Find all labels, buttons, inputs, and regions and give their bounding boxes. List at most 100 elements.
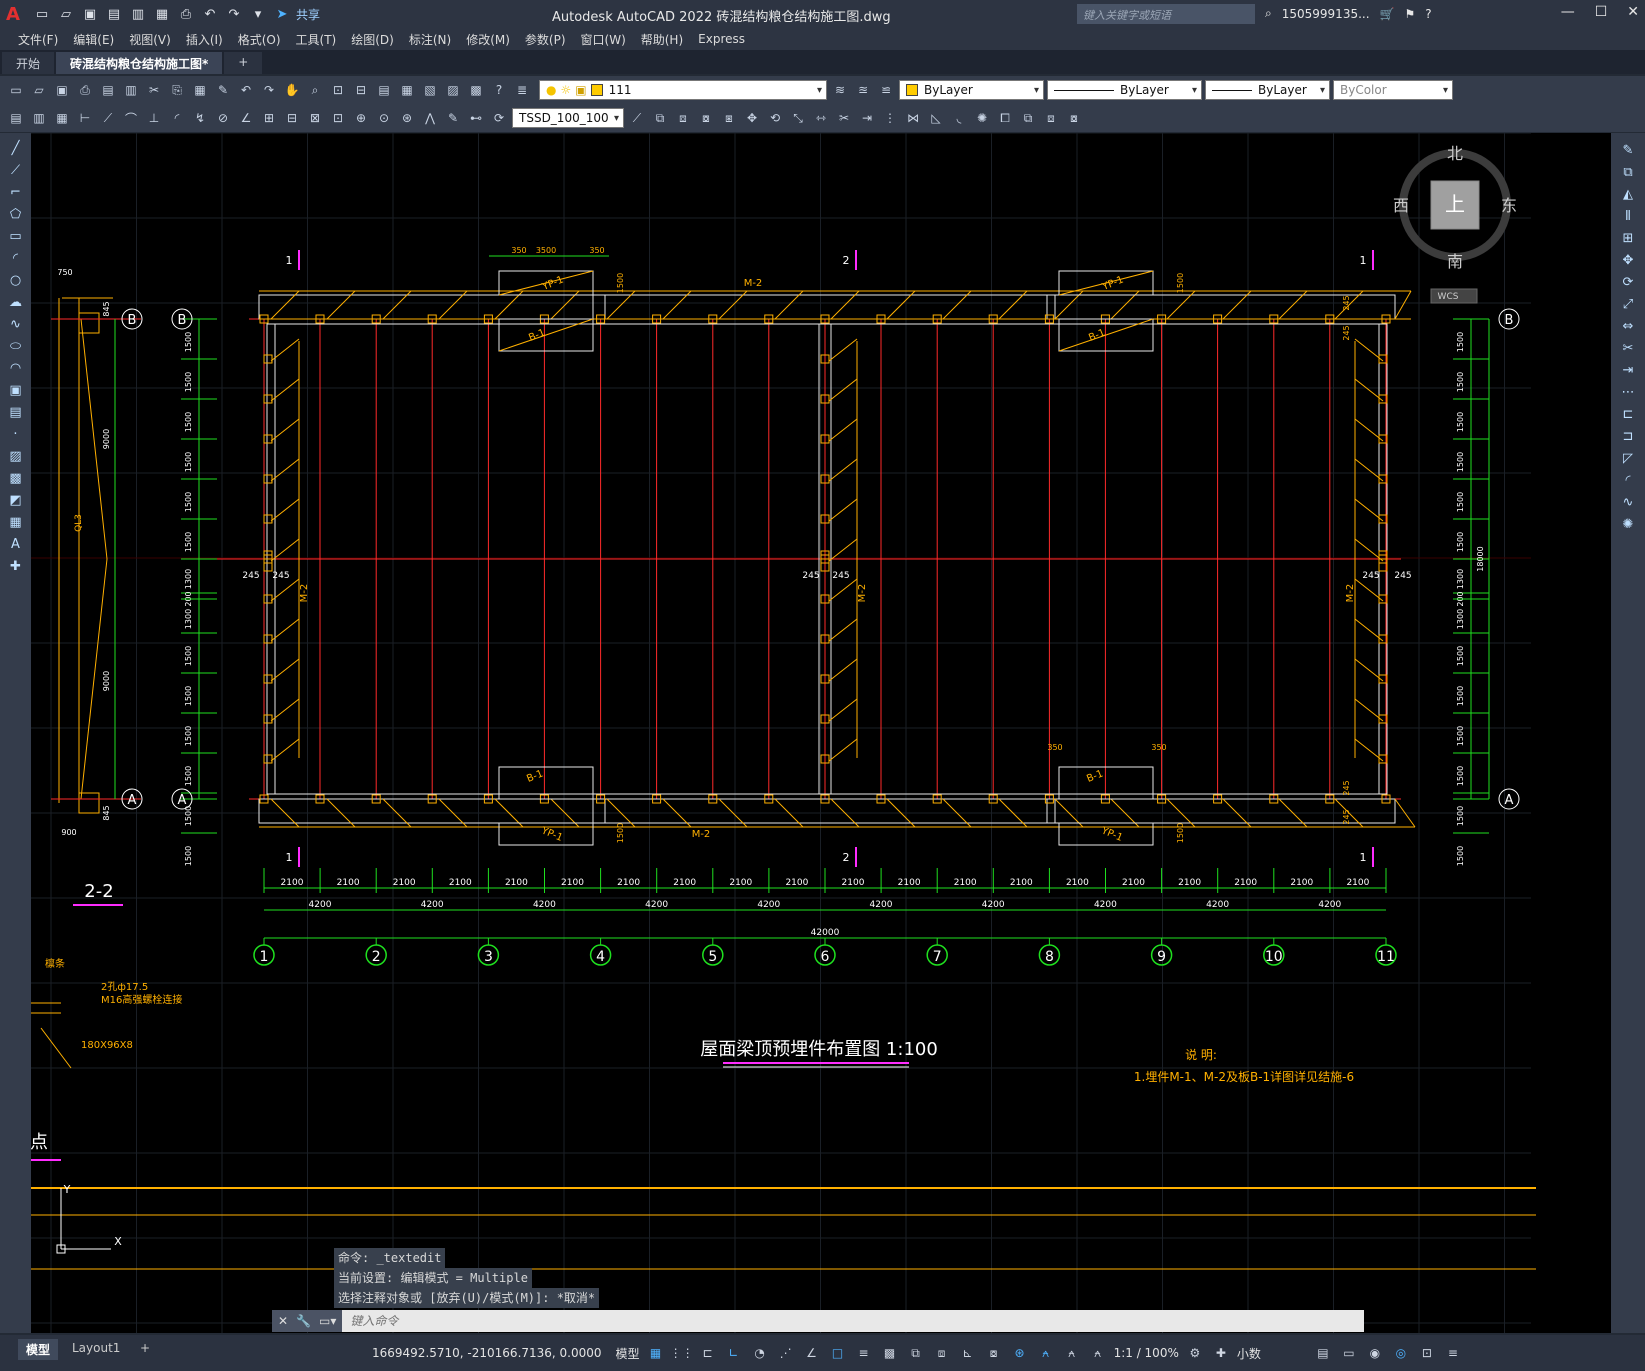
fillet-icon[interactable]: ◟: [949, 108, 969, 128]
user-name[interactable]: 1505999135...: [1282, 7, 1370, 21]
save-icon[interactable]: ▣: [52, 80, 72, 100]
mtext-icon[interactable]: A: [5, 535, 27, 554]
layer-state-icon[interactable]: ≌: [876, 80, 896, 100]
coordinate-readout[interactable]: 1669492.5710, -210166.7136, 0.0000: [372, 1346, 602, 1360]
copy-obj-icon[interactable]: ⧉: [650, 108, 670, 128]
construction-line-icon[interactable]: ⟋: [5, 161, 27, 180]
chamfer-icon[interactable]: ◸: [1617, 449, 1639, 468]
grid-icon[interactable]: ▦: [646, 1343, 666, 1363]
trim-icon[interactable]: ✂: [1617, 339, 1639, 358]
menu-item-9[interactable]: 参数(P): [525, 31, 581, 48]
calculator-icon[interactable]: ▩: [466, 80, 486, 100]
annotation-scale[interactable]: 1:1 / 100%: [1114, 1346, 1179, 1360]
zoom-realtime-icon[interactable]: ⌕: [305, 80, 325, 100]
plotstyle-select[interactable]: ByColor: [1333, 80, 1453, 100]
cut-icon[interactable]: ✂: [144, 80, 164, 100]
selection-cycling-icon[interactable]: ⧉: [906, 1343, 926, 1363]
trim-icon[interactable]: ✂: [834, 108, 854, 128]
lineweight-select[interactable]: ByLayer: [1205, 80, 1330, 100]
stretch-icon[interactable]: ⇔: [1617, 317, 1639, 336]
mirror-icon[interactable]: ⧈: [673, 108, 693, 128]
point-icon[interactable]: ·: [5, 425, 27, 444]
app-logo-icon[interactable]: A: [0, 3, 26, 25]
dim-aligned-icon[interactable]: ⟋: [98, 108, 118, 128]
menu-item-12[interactable]: Express: [698, 32, 760, 46]
redo-icon[interactable]: ↷: [224, 4, 244, 24]
dimstyle-select[interactable]: TSSD_100_100: [512, 108, 624, 128]
spline-icon[interactable]: ∿: [5, 315, 27, 334]
dim-text-edit-icon[interactable]: ⊷: [466, 108, 486, 128]
clean-screen-icon[interactable]: ⊡: [1417, 1343, 1437, 1363]
ellipse-arc-icon[interactable]: ◠: [5, 359, 27, 378]
extend-icon[interactable]: ⇥: [857, 108, 877, 128]
cad-drawing[interactable]: YP-1B-1YP-1B-1B-1YP-1B-1YP-1M-2M-2M-2 M-2…: [31, 133, 1611, 1333]
dim-update-icon[interactable]: ⟳: [489, 108, 509, 128]
circle-icon[interactable]: ○: [5, 271, 27, 290]
make-block-icon[interactable]: ▤: [5, 403, 27, 422]
menu-item-1[interactable]: 编辑(E): [73, 31, 129, 48]
help-icon[interactable]: ?: [489, 80, 509, 100]
extend-icon[interactable]: ⇥: [1617, 361, 1639, 380]
export-icon[interactable]: ▦: [152, 4, 172, 24]
dim-radius-icon[interactable]: ◜: [167, 108, 187, 128]
break-icon[interactable]: ⊏: [1617, 405, 1639, 424]
menu-item-0[interactable]: 文件(F): [18, 31, 73, 48]
stretch-icon[interactable]: ⇿: [811, 108, 831, 128]
otrack-icon[interactable]: ∠: [802, 1343, 822, 1363]
gradient-icon[interactable]: ▩: [5, 469, 27, 488]
lock-ui-icon[interactable]: ▭: [1339, 1343, 1359, 1363]
make-current-icon[interactable]: ≋: [830, 80, 850, 100]
menu-item-3[interactable]: 插入(I): [186, 31, 238, 48]
dynamic-ucs-icon[interactable]: ⊾: [958, 1343, 978, 1363]
rectangle-icon[interactable]: ▭: [5, 227, 27, 246]
erase-icon[interactable]: ✎: [1617, 141, 1639, 160]
menu-item-5[interactable]: 工具(T): [296, 31, 352, 48]
group-icon[interactable]: ⧉: [1018, 108, 1038, 128]
snap-icon[interactable]: ⋮⋮: [670, 1343, 694, 1363]
ellipse-icon[interactable]: ⬭: [5, 337, 27, 356]
join-icon[interactable]: ⊐: [1617, 427, 1639, 446]
tab-model[interactable]: 模型: [18, 1339, 59, 1360]
new-icon[interactable]: ▭: [6, 80, 26, 100]
menu-item-11[interactable]: 帮助(H): [641, 31, 698, 48]
tolerance-icon[interactable]: ⊕: [351, 108, 371, 128]
new-tab-button[interactable]: +: [224, 52, 263, 74]
dim-jogged-icon[interactable]: ↯: [190, 108, 210, 128]
layer-select[interactable]: ● ☼ ▣ 111: [539, 80, 827, 100]
maximize-icon[interactable]: ☐: [1595, 4, 1608, 20]
search-icon[interactable]: ⌕: [1265, 6, 1272, 21]
array-icon[interactable]: ⧆: [719, 108, 739, 128]
fillet-icon[interactable]: ◜: [1617, 471, 1639, 490]
menu-item-8[interactable]: 修改(M): [466, 31, 525, 48]
break-icon[interactable]: ⋮: [880, 108, 900, 128]
plot-icon[interactable]: ⎙: [75, 80, 95, 100]
color-select[interactable]: ByLayer: [899, 80, 1044, 100]
open-folder-icon[interactable]: ▱: [56, 4, 76, 24]
line-icon[interactable]: ╱: [5, 139, 27, 158]
wrench-icon[interactable]: 🔧: [296, 1314, 311, 1328]
quick-dim-icon[interactable]: ⊞: [259, 108, 279, 128]
dim-continue-icon[interactable]: ⊠: [305, 108, 325, 128]
mirror-icon[interactable]: ◭: [1617, 185, 1639, 204]
transparency-icon[interactable]: ▩: [880, 1343, 900, 1363]
rotate-icon[interactable]: ⟲: [765, 108, 785, 128]
infer-icon[interactable]: ⊏: [698, 1343, 718, 1363]
share-icon[interactable]: ➤: [272, 4, 292, 24]
rotate-icon[interactable]: ⟳: [1617, 273, 1639, 292]
menu-item-4[interactable]: 格式(O): [238, 31, 296, 48]
dimstyle-icon[interactable]: ⟋: [627, 108, 647, 128]
revcloud-icon[interactable]: ☁: [5, 293, 27, 312]
dim-arc-icon[interactable]: ⌒: [121, 108, 141, 128]
polyline-icon[interactable]: ⌐: [5, 183, 27, 202]
isodraft-icon[interactable]: ⋰: [776, 1343, 796, 1363]
units-select[interactable]: 小数: [1237, 1345, 1307, 1362]
add-layout-button[interactable]: +: [132, 1339, 158, 1357]
gizmo-icon[interactable]: ⊛: [1010, 1343, 1030, 1363]
close-icon[interactable]: ✕: [278, 1314, 288, 1328]
move-icon[interactable]: ✥: [1617, 251, 1639, 270]
move-icon[interactable]: ✥: [742, 108, 762, 128]
inspect-icon[interactable]: ⊛: [397, 108, 417, 128]
search-input[interactable]: 键入关键字或短语: [1077, 4, 1255, 24]
publish-icon[interactable]: ▥: [128, 4, 148, 24]
auto-scale-icon[interactable]: ⍲: [1062, 1343, 1082, 1363]
